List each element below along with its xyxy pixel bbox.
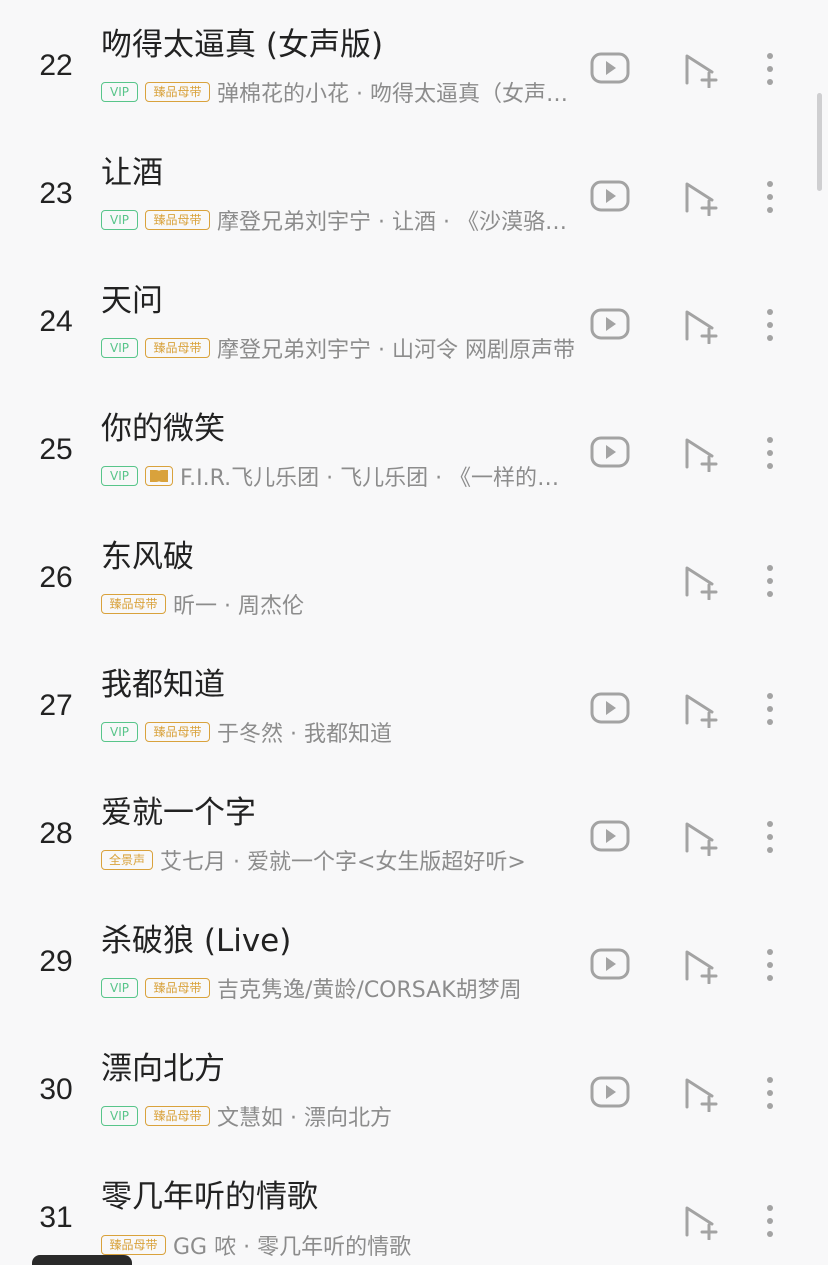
song-title[interactable]: 杀破狼 (Live): [101, 918, 291, 964]
dolby-audio-icon: [145, 466, 173, 486]
scrollbar-thumb[interactable]: [817, 93, 822, 191]
mini-player-cover[interactable]: [32, 1255, 132, 1265]
more-vertical-icon[interactable]: [758, 50, 782, 88]
vip-badge: VIP: [101, 210, 138, 230]
master-quality-badge: 臻品母带: [145, 210, 210, 230]
play-video-icon[interactable]: [590, 436, 630, 468]
song-title[interactable]: 你的微笑: [101, 406, 225, 452]
track-number: 24: [39, 305, 73, 338]
add-to-playlist-icon[interactable]: [682, 52, 718, 88]
song-title[interactable]: 东风破: [101, 534, 194, 580]
track-number: 31: [39, 1201, 73, 1234]
more-vertical-icon[interactable]: [758, 946, 782, 984]
vip-badge: VIP: [101, 1106, 138, 1126]
song-title[interactable]: 让酒: [101, 150, 163, 196]
add-to-playlist-icon[interactable]: [682, 1076, 718, 1112]
song-meta: VIP 臻品母带 弹棉花的小花 · 吻得太逼真（女声版）: [101, 74, 577, 110]
add-to-playlist-icon[interactable]: [682, 308, 718, 344]
master-quality-badge: 臻品母带: [145, 722, 210, 742]
more-vertical-icon[interactable]: [758, 434, 782, 472]
song-row[interactable]: 30 漂向北方 VIP 臻品母带 文慧如 · 漂向北方: [0, 1024, 828, 1152]
song-meta: 全景声 艾七月 · 爱就一个字<女生版超好听>: [101, 842, 577, 878]
track-number: 29: [39, 945, 73, 978]
more-vertical-icon[interactable]: [758, 1074, 782, 1112]
add-to-playlist-icon[interactable]: [682, 180, 718, 216]
master-quality-badge: 臻品母带: [145, 82, 210, 102]
track-number: 30: [39, 1073, 73, 1106]
song-row[interactable]: 28 爱就一个字 全景声 艾七月 · 爱就一个字<女生版超好听>: [0, 768, 828, 896]
song-meta: VIP 臻品母带 文慧如 · 漂向北方: [101, 1098, 577, 1134]
song-meta: VIP 臻品母带 吉克隽逸/黄龄/CORSAK胡梦周: [101, 970, 577, 1006]
artist-album[interactable]: 于冬然 · 我都知道: [217, 716, 577, 748]
play-video-icon[interactable]: [590, 308, 630, 340]
artist-album[interactable]: 弹棉花的小花 · 吻得太逼真（女声版）: [217, 76, 577, 108]
song-meta: 臻品母带 昕一 · 周杰伦: [101, 586, 577, 622]
master-quality-badge: 臻品母带: [145, 1106, 210, 1126]
add-to-playlist-icon[interactable]: [682, 564, 718, 600]
add-to-playlist-icon[interactable]: [682, 436, 718, 472]
track-number: 25: [39, 433, 73, 466]
song-title[interactable]: 爱就一个字: [101, 790, 256, 836]
song-row[interactable]: 25 你的微笑 VIP F.I.R.飞儿乐团 · 飞儿乐团 · 《一样的月光》: [0, 384, 828, 512]
vip-badge: VIP: [101, 722, 138, 742]
song-title[interactable]: 零几年听的情歌: [101, 1174, 318, 1220]
more-vertical-icon[interactable]: [758, 690, 782, 728]
song-row[interactable]: 29 杀破狼 (Live) VIP 臻品母带 吉克隽逸/黄龄/CORSAK胡梦周: [0, 896, 828, 1024]
song-meta: VIP 臻品母带 摩登兄弟刘宇宁 · 山河令 网剧原声带: [101, 330, 577, 366]
song-title[interactable]: 我都知道: [101, 662, 225, 708]
play-video-icon[interactable]: [590, 820, 630, 852]
artist-album[interactable]: 摩登兄弟刘宇宁 · 山河令 网剧原声带: [217, 332, 577, 364]
more-vertical-icon[interactable]: [758, 178, 782, 216]
add-to-playlist-icon[interactable]: [682, 1204, 718, 1240]
song-title[interactable]: 吻得太逼真 (女声版): [101, 22, 383, 68]
song-meta: VIP 臻品母带 于冬然 · 我都知道: [101, 714, 577, 750]
vip-badge: VIP: [101, 978, 138, 998]
more-vertical-icon[interactable]: [758, 306, 782, 344]
master-quality-badge: 臻品母带: [101, 594, 166, 614]
track-number: 22: [39, 49, 73, 82]
play-video-icon[interactable]: [590, 180, 630, 212]
master-quality-badge: 臻品母带: [145, 338, 210, 358]
more-vertical-icon[interactable]: [758, 1202, 782, 1240]
song-meta: VIP F.I.R.飞儿乐团 · 飞儿乐团 · 《一样的月光》: [101, 458, 577, 494]
artist-album[interactable]: 昕一 · 周杰伦: [173, 588, 577, 620]
track-number: 23: [39, 177, 73, 210]
more-vertical-icon[interactable]: [758, 818, 782, 856]
song-row[interactable]: 22 吻得太逼真 (女声版) VIP 臻品母带 弹棉花的小花 · 吻得太逼真（女…: [0, 0, 828, 128]
add-to-playlist-icon[interactable]: [682, 692, 718, 728]
artist-album[interactable]: F.I.R.飞儿乐团 · 飞儿乐团 · 《一样的月光》: [180, 460, 577, 492]
play-video-icon[interactable]: [590, 948, 630, 980]
song-title[interactable]: 漂向北方: [101, 1046, 225, 1092]
spatial-audio-badge: 全景声: [101, 850, 153, 870]
track-number: 28: [39, 817, 73, 850]
song-row[interactable]: 31 零几年听的情歌 臻品母带 GG 哝 · 零几年听的情歌: [0, 1152, 828, 1261]
song-title[interactable]: 天问: [101, 278, 163, 324]
song-row[interactable]: 24 天问 VIP 臻品母带 摩登兄弟刘宇宁 · 山河令 网剧原声带: [0, 256, 828, 384]
track-number: 27: [39, 689, 73, 722]
play-video-icon[interactable]: [590, 692, 630, 724]
artist-album[interactable]: 摩登兄弟刘宇宁 · 让酒 · 《沙漠骆驼》: [217, 204, 577, 236]
artist-album[interactable]: 吉克隽逸/黄龄/CORSAK胡梦周: [217, 972, 577, 1004]
artist-album[interactable]: GG 哝 · 零几年听的情歌: [173, 1229, 577, 1261]
vip-badge: VIP: [101, 82, 138, 102]
master-quality-badge: 臻品母带: [145, 978, 210, 998]
song-row[interactable]: 23 让酒 VIP 臻品母带 摩登兄弟刘宇宁 · 让酒 · 《沙漠骆驼》: [0, 128, 828, 256]
track-number: 26: [39, 561, 73, 594]
artist-album[interactable]: 艾七月 · 爱就一个字<女生版超好听>: [160, 844, 577, 876]
play-video-icon[interactable]: [590, 1076, 630, 1108]
song-row[interactable]: 26 东风破 臻品母带 昕一 · 周杰伦: [0, 512, 828, 640]
add-to-playlist-icon[interactable]: [682, 948, 718, 984]
add-to-playlist-icon[interactable]: [682, 820, 718, 856]
more-vertical-icon[interactable]: [758, 562, 782, 600]
song-meta: 臻品母带 GG 哝 · 零几年听的情歌: [101, 1228, 577, 1262]
song-row[interactable]: 27 我都知道 VIP 臻品母带 于冬然 · 我都知道: [0, 640, 828, 768]
artist-album[interactable]: 文慧如 · 漂向北方: [217, 1100, 577, 1132]
play-video-icon[interactable]: [590, 52, 630, 84]
vip-badge: VIP: [101, 338, 138, 358]
song-meta: VIP 臻品母带 摩登兄弟刘宇宁 · 让酒 · 《沙漠骆驼》: [101, 202, 577, 238]
vip-badge: VIP: [101, 466, 138, 486]
master-quality-badge: 臻品母带: [101, 1235, 166, 1255]
